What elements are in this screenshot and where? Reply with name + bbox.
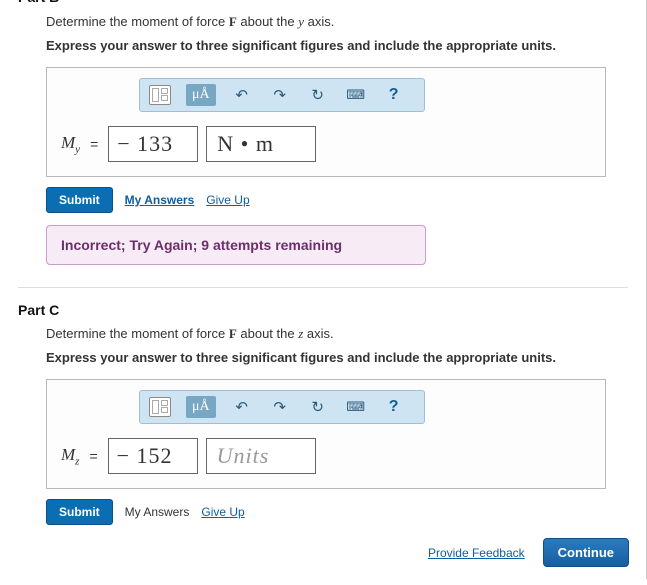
symbols-button[interactable]: μÅ [186, 84, 216, 106]
redo-icon[interactable]: ↷ [268, 84, 292, 106]
partC-prompt: Determine the moment of force F about th… [46, 326, 628, 342]
text: about the [237, 326, 298, 341]
partC-my-answers-text: My Answers [125, 505, 190, 519]
partB-value-input[interactable]: − 133 [108, 126, 198, 162]
equals: = [89, 448, 97, 464]
reset-icon[interactable]: ↻ [306, 84, 330, 106]
redo-icon[interactable]: ↷ [268, 396, 292, 418]
partB-submit-button[interactable]: Submit [46, 187, 113, 213]
partB-variable: My [61, 133, 80, 155]
continue-button[interactable]: Continue [543, 538, 629, 567]
partC-heading: Part C [18, 302, 628, 318]
help-icon[interactable]: ? [382, 396, 406, 418]
text: axis. [304, 14, 334, 29]
templates-icon[interactable] [148, 396, 172, 418]
templates-icon[interactable] [148, 84, 172, 106]
partC-value-input[interactable]: − 152 [108, 438, 198, 474]
symbols-button[interactable]: μÅ [186, 396, 216, 418]
force-var: F [229, 326, 237, 341]
partB-my-answers-link[interactable]: My Answers [125, 193, 195, 207]
partB-heading: Part B [18, 0, 628, 6]
partB-give-up-link[interactable]: Give Up [206, 193, 249, 207]
text: Determine the moment of force [46, 14, 229, 29]
partC-submit-button[interactable]: Submit [46, 499, 113, 525]
partC-answer-box: μÅ ↶ ↷ ↻ ⌨ ? Mz = − 152 Units [46, 379, 606, 489]
reset-icon[interactable]: ↻ [306, 396, 330, 418]
undo-icon[interactable]: ↶ [230, 84, 254, 106]
text: about the [237, 14, 298, 29]
force-var: F [229, 14, 237, 29]
partC-instruction: Express your answer to three significant… [46, 350, 628, 365]
text: Determine the moment of force [46, 326, 229, 341]
partC-variable: Mz [61, 445, 79, 467]
partC-units-input[interactable]: Units [206, 438, 316, 474]
partB-answer-box: μÅ ↶ ↷ ↻ ⌨ ? My = − 133 N • m [46, 67, 606, 177]
help-icon[interactable]: ? [382, 84, 406, 106]
partB-units-input[interactable]: N • m [206, 126, 316, 162]
divider [18, 287, 628, 288]
partB-toolbar: μÅ ↶ ↷ ↻ ⌨ ? [139, 78, 425, 112]
keyboard-icon[interactable]: ⌨ [344, 84, 368, 106]
text: axis. [303, 326, 333, 341]
partB-feedback: Incorrect; Try Again; 9 attempts remaini… [46, 225, 426, 265]
provide-feedback-link[interactable]: Provide Feedback [428, 546, 525, 560]
partB-prompt: Determine the moment of force F about th… [46, 14, 628, 30]
undo-icon[interactable]: ↶ [230, 396, 254, 418]
partB-instruction: Express your answer to three significant… [46, 38, 628, 53]
partC-give-up-link[interactable]: Give Up [201, 505, 244, 519]
keyboard-icon[interactable]: ⌨ [344, 396, 368, 418]
equals: = [90, 136, 98, 152]
partC-toolbar: μÅ ↶ ↷ ↻ ⌨ ? [139, 390, 425, 424]
